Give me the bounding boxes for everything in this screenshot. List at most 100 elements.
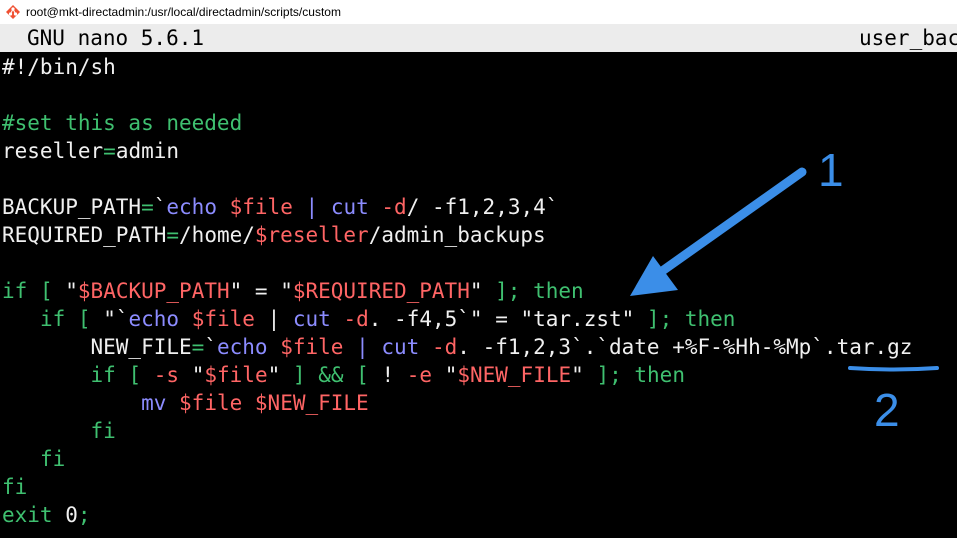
code-token: "	[432, 363, 458, 387]
code-token: &&	[318, 363, 344, 387]
annotation-label-1: 1	[818, 144, 844, 196]
code-token: $REQUIRED_PATH	[292, 279, 470, 303]
code-token: "	[469, 279, 496, 303]
code-token: $NEW_FILE	[254, 391, 369, 415]
code-line[interactable]: reseller=admin	[2, 137, 179, 165]
code-token: =	[166, 223, 180, 247]
code-token: ];	[646, 307, 673, 331]
code-line[interactable]: if [ -s "$file" ] && [ ! -e "$NEW_FILE" …	[2, 361, 685, 389]
nano-filename: user_bac	[859, 26, 957, 50]
code-token: cut	[292, 307, 331, 331]
code-token: mv	[141, 391, 167, 415]
code-token: reseller	[2, 139, 104, 163]
code-line[interactable]: if [ "`echo $file | cut -d. -f4,5`" = "t…	[2, 305, 736, 333]
code-token: [	[128, 363, 142, 387]
code-token: NEW_FILE	[2, 335, 192, 359]
code-token: =	[103, 139, 116, 163]
code-token: 0	[52, 503, 78, 527]
code-line[interactable]: if [ "$BACKUP_PATH" = "$REQUIRED_PATH" ]…	[2, 277, 584, 305]
code-line[interactable]: exit 0;	[2, 501, 91, 529]
code-token: . -f4,5`" = "tar.zst"	[368, 307, 647, 331]
code-line[interactable]: REQUIRED_PATH=/home/$reseller/admin_back…	[2, 221, 546, 249]
annotation-label-2: 2	[874, 384, 900, 436]
code-token: "	[52, 279, 78, 303]
code-token: if	[2, 279, 28, 303]
code-token: ;	[77, 503, 91, 527]
code-token: [	[356, 363, 369, 387]
code-token: then	[533, 279, 584, 303]
code-token: ];	[596, 363, 622, 387]
code-token: |	[356, 335, 369, 359]
code-token: |	[254, 307, 293, 331]
code-token: #set this as needed	[2, 111, 243, 135]
code-token: $file	[179, 391, 243, 415]
terminal-app-icon	[6, 5, 20, 19]
code-token: |	[305, 195, 319, 219]
window-titlebar: root@mkt-directadmin:/usr/local/directad…	[0, 0, 957, 24]
nano-header-bar: GNU nano 5.6.1 user_bac	[0, 24, 957, 52]
code-token: /admin_backups	[368, 223, 546, 247]
code-line[interactable]: fi	[2, 445, 65, 473]
code-token: cut	[330, 195, 369, 219]
code-token: -s	[153, 363, 180, 387]
code-token: -d	[343, 307, 369, 331]
code-token: REQUIRED_PATH	[2, 223, 167, 247]
nano-version: GNU nano 5.6.1	[27, 26, 205, 50]
code-token: ]	[292, 363, 306, 387]
window-title: root@mkt-directadmin:/usr/local/directad…	[26, 5, 341, 19]
annotation-overlay	[630, 167, 939, 372]
code-line[interactable]: NEW_FILE=`echo $file | cut -d. -f1,2,3`.…	[2, 333, 913, 361]
code-token: echo	[128, 307, 180, 331]
code-token: `	[204, 335, 217, 359]
code-line[interactable]: fi	[2, 417, 116, 445]
code-line[interactable]: BACKUP_PATH=`echo $file | cut -d/ -f1,2,…	[2, 193, 558, 221]
code-token: $file	[280, 335, 344, 359]
code-line[interactable]: mv $file $NEW_FILE	[2, 389, 369, 417]
code-token: [	[39, 279, 53, 303]
code-token: $file	[229, 195, 293, 219]
code-token: [	[77, 307, 91, 331]
code-token: echo	[166, 195, 217, 219]
code-token: $reseller	[254, 223, 369, 247]
code-line[interactable]: fi	[2, 473, 27, 501]
code-token: /home/	[179, 223, 255, 247]
code-token: =	[141, 195, 154, 219]
code-token: then	[634, 363, 685, 387]
code-token: "`	[90, 307, 129, 331]
code-token: "	[179, 363, 205, 387]
code-line[interactable]: #!/bin/sh	[2, 53, 116, 81]
code-token: if	[39, 307, 66, 331]
code-token: -e	[406, 363, 433, 387]
annotation-arrow-head	[630, 256, 678, 296]
annotation-underline	[848, 366, 939, 372]
code-token: cut	[381, 335, 420, 359]
code-token: then	[684, 307, 736, 331]
code-token: `	[153, 195, 167, 219]
code-token: -d	[381, 195, 407, 219]
code-token: #!/bin/sh	[2, 55, 116, 79]
code-token: . -f1,2,3`.`date +%F-%Hh-%Mp`.tar.gz	[457, 335, 913, 359]
code-line[interactable]: #set this as needed	[2, 109, 242, 137]
